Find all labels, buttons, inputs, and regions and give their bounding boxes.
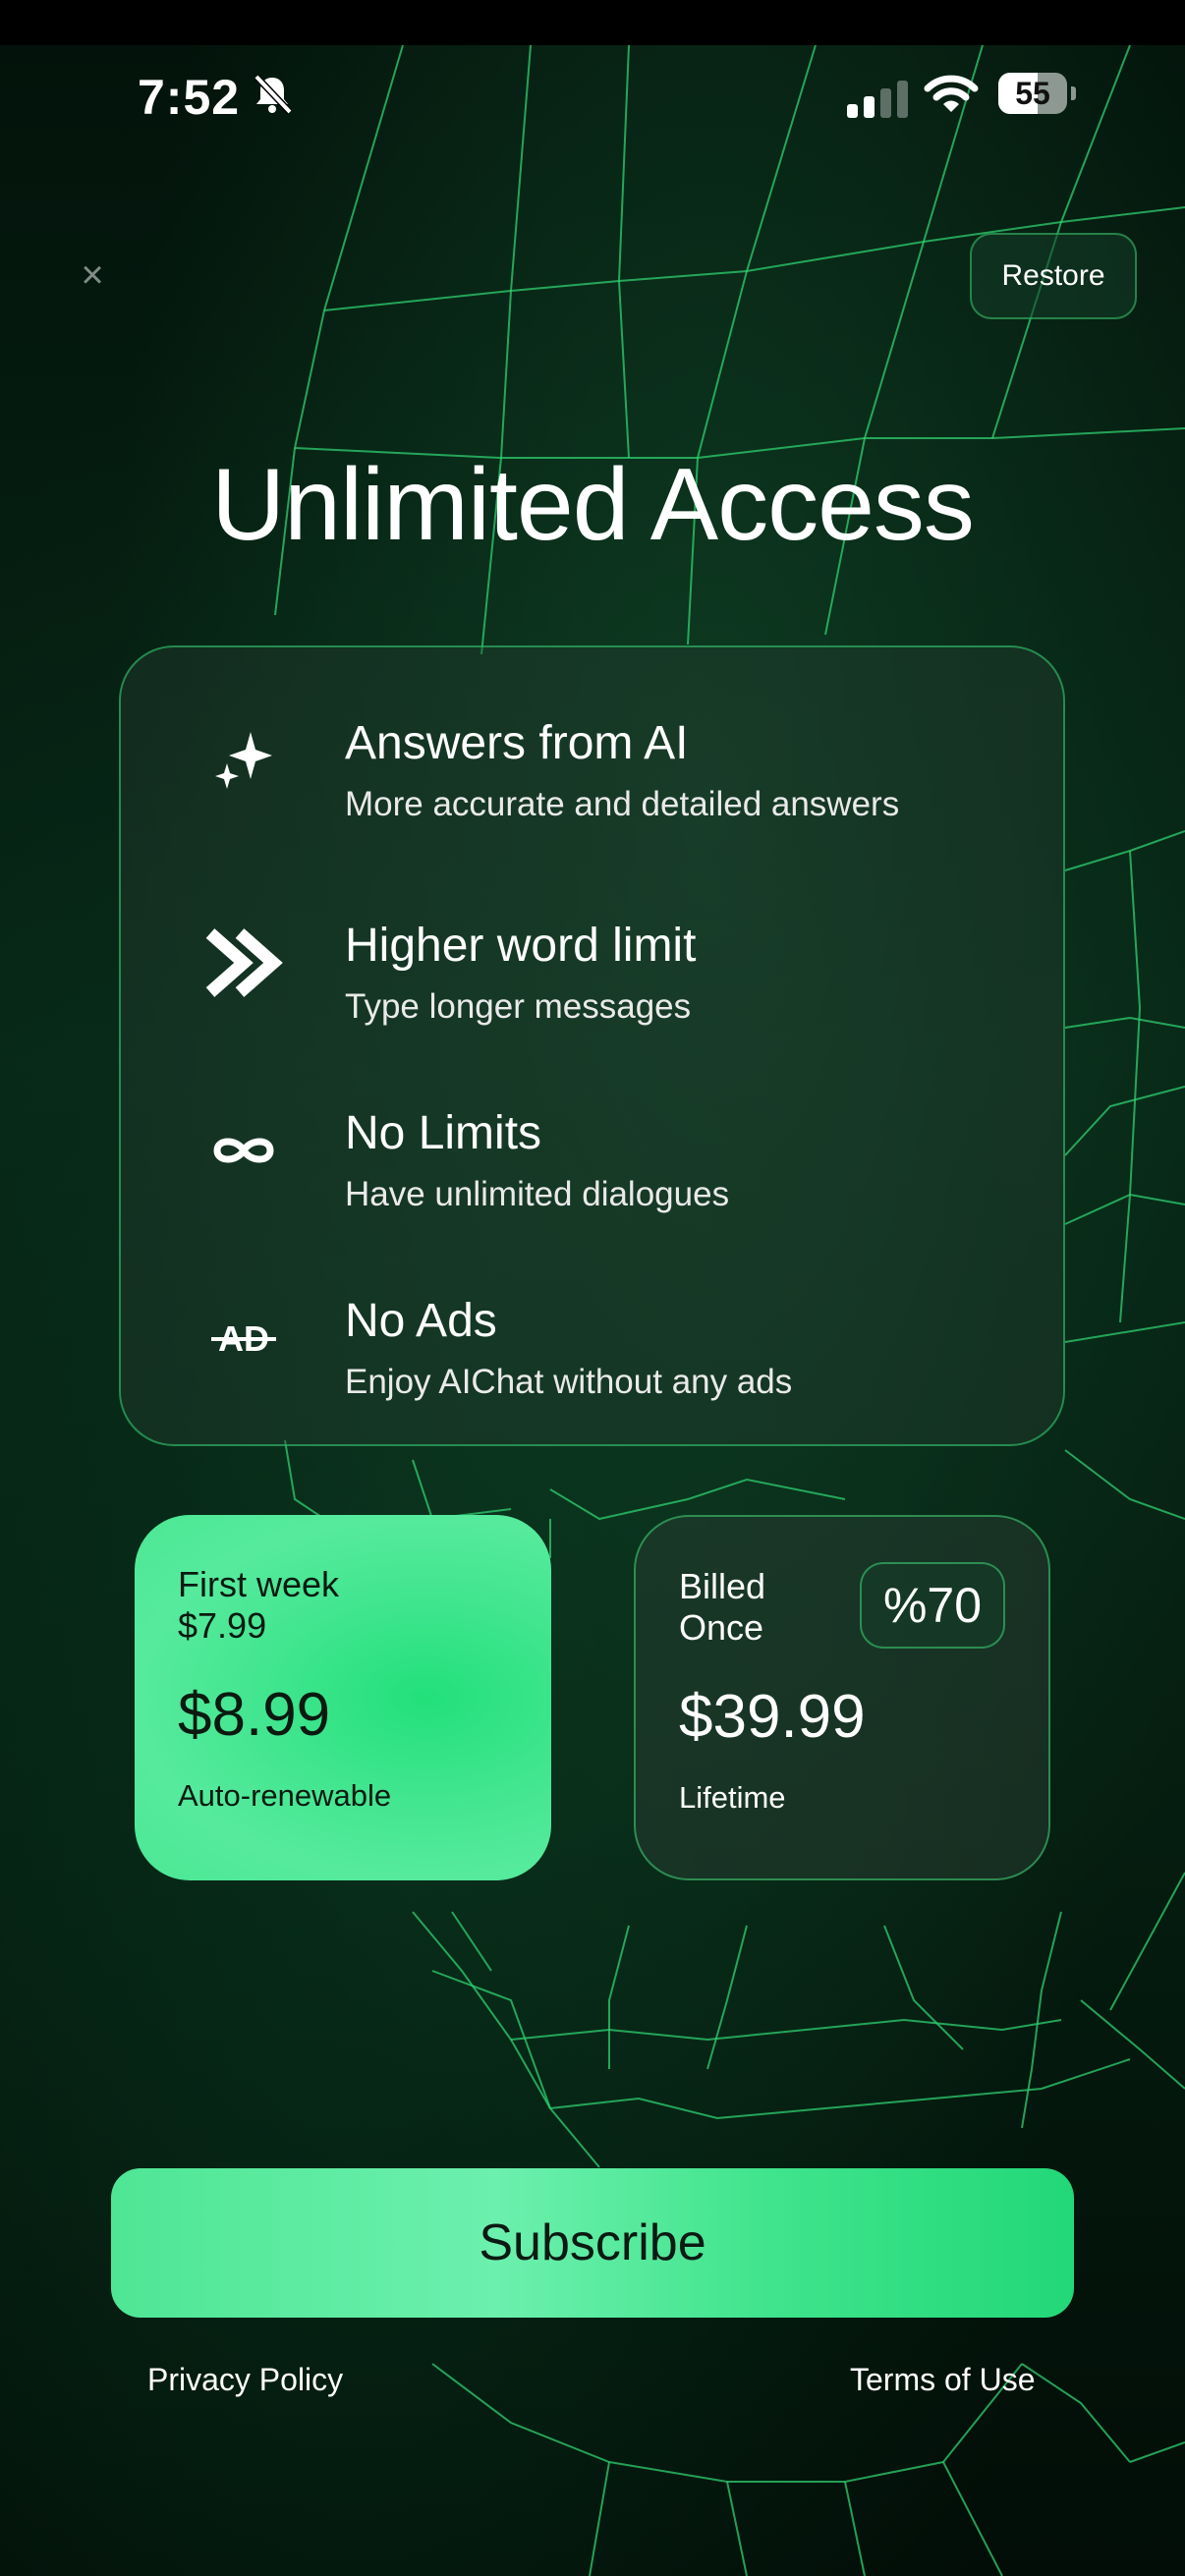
plan-lifetime-price: $39.99 [679, 1683, 866, 1751]
feature-subtitle: Have unlimited dialogues [345, 1175, 730, 1213]
no-ads-icon: AD [190, 1284, 298, 1392]
plan-lifetime-footer: Lifetime [679, 1780, 786, 1815]
plan-weekly-footer: Auto-renewable [178, 1778, 392, 1813]
cellular-signal-icon [847, 81, 908, 118]
plan-weekly-price: $8.99 [178, 1681, 331, 1749]
silent-bell-icon [254, 74, 293, 115]
feature-higher-word-limit: Higher word limit Type longer messages [121, 879, 1067, 1046]
plan-lifetime-line2: Once [679, 1607, 764, 1648]
status-bar: 7:52 55 [0, 45, 1185, 153]
wifi-icon [924, 75, 979, 112]
plan-weekly-intro: First week $7.99 [178, 1564, 339, 1647]
plan-weekly-line1: First week [178, 1564, 340, 1604]
plan-weekly-line2: $7.99 [178, 1605, 267, 1646]
restore-button[interactable]: Restore [970, 233, 1137, 319]
subscribe-button[interactable]: Subscribe [111, 2168, 1074, 2318]
feature-subtitle: Type longer messages [345, 987, 692, 1026]
close-button[interactable]: × [75, 255, 110, 295]
battery-icon: 55 [998, 73, 1077, 116]
status-time: 7:52 [138, 70, 241, 125]
feature-title: Answers from AI [345, 717, 689, 769]
plan-weekly-option[interactable]: First week $7.99 $8.99 Auto-renewable [135, 1515, 551, 1880]
battery-level: 55 [1015, 76, 1050, 111]
feature-answers-from-ai: Answers from AI More accurate and detail… [121, 677, 1067, 844]
plan-lifetime-line1: Billed [679, 1566, 766, 1606]
feature-no-limits: No Limits Have unlimited dialogues [121, 1067, 1067, 1234]
features-card: Answers from AI More accurate and detail… [119, 645, 1065, 1446]
feature-no-ads: AD No Ads Enjoy AIChat without any ads [121, 1255, 1067, 1422]
feature-title: No Limits [345, 1107, 542, 1159]
feature-subtitle: More accurate and detailed answers [345, 785, 900, 823]
plan-lifetime-intro: Billed Once [679, 1566, 765, 1649]
double-chevron-right-icon [190, 909, 298, 1017]
privacy-policy-link[interactable]: Privacy Policy [147, 2362, 343, 2398]
feature-title: No Ads [345, 1295, 497, 1347]
sparkles-icon [190, 706, 298, 814]
feature-title: Higher word limit [345, 920, 697, 972]
infinity-icon [190, 1096, 298, 1204]
page-title: Unlimited Access [211, 448, 975, 562]
feature-subtitle: Enjoy AIChat without any ads [345, 1363, 793, 1401]
discount-badge: %70 [860, 1562, 1005, 1649]
plan-lifetime-option[interactable]: Billed Once %70 $39.99 Lifetime [634, 1515, 1050, 1880]
terms-of-use-link[interactable]: Terms of Use [850, 2362, 1035, 2398]
